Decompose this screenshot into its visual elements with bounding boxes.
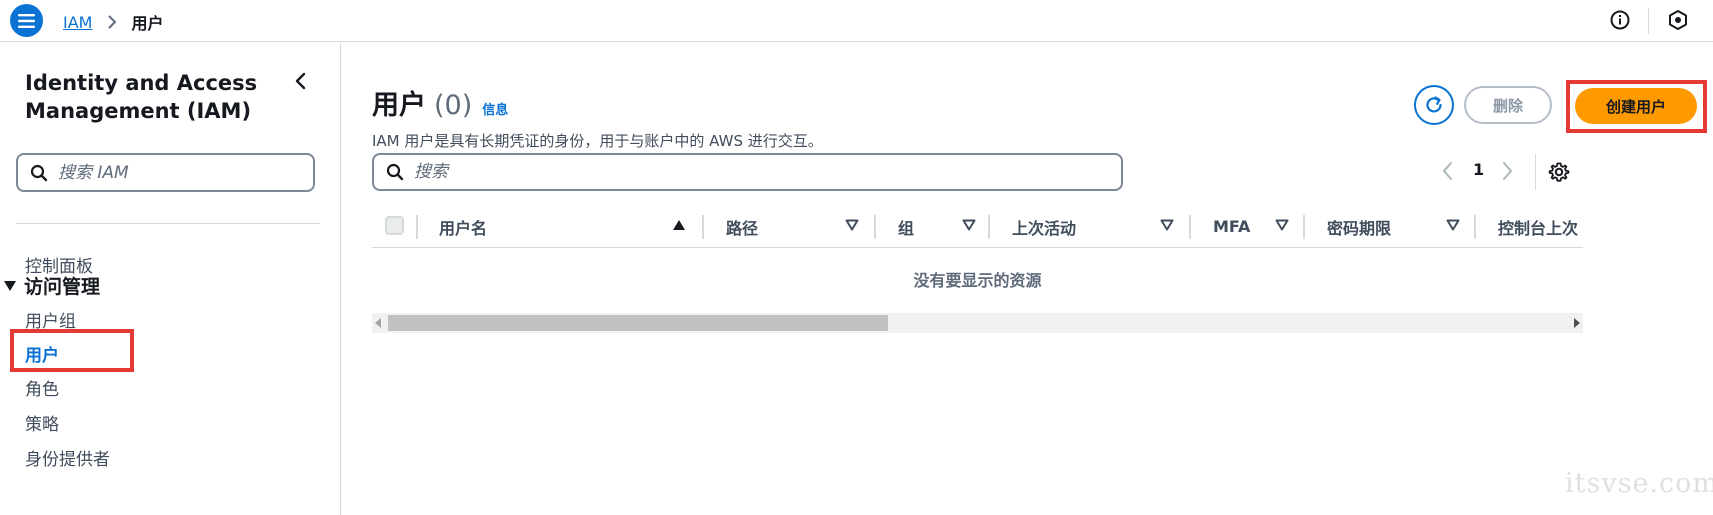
user-count: (0) <box>434 90 473 121</box>
chevron-right-icon <box>1503 162 1513 180</box>
column-divider <box>988 215 990 239</box>
info-icon[interactable] <box>1609 9 1631 35</box>
sidebar-title: Identity and Access Management (IAM) <box>25 71 258 123</box>
table-settings-button[interactable] <box>1548 161 1570 187</box>
users-table-header: 用户名 路径 组 上次活动 MFA 密码期限 控制台上次 <box>372 205 1583 248</box>
collapse-sidebar-button[interactable] <box>294 72 306 94</box>
sidebar-section-label: 访问管理 <box>24 276 101 298</box>
sidebar-item-identity-providers[interactable]: 身份提供者 <box>25 445 110 470</box>
refresh-icon <box>1426 96 1442 113</box>
search-icon <box>30 164 48 181</box>
breadcrumb: IAM 用户 <box>63 10 163 34</box>
breadcrumb-current: 用户 <box>131 14 164 33</box>
users-search-field[interactable] <box>372 153 1123 191</box>
menu-button[interactable] <box>10 4 43 37</box>
pager-divider <box>1535 154 1536 190</box>
previous-page-button[interactable] <box>1441 161 1453 185</box>
next-page-button[interactable] <box>1502 161 1514 185</box>
table-horizontal-scrollbar[interactable] <box>372 313 1583 333</box>
column-divider <box>416 215 418 239</box>
security-hub-icon[interactable] <box>1667 9 1689 35</box>
sort-down-icon[interactable] <box>1275 219 1289 231</box>
gear-icon <box>1548 162 1570 182</box>
create-user-button[interactable]: 创建用户 <box>1575 88 1697 124</box>
sort-down-icon[interactable] <box>1160 219 1174 231</box>
search-icon <box>386 163 404 181</box>
main-content: 用户 (0) 信息 IAM 用户是具有长期凭证的身份，用于与账户中的 AWS 进… <box>342 43 1713 515</box>
column-divider <box>1303 215 1305 239</box>
sidebar-search-field[interactable] <box>16 153 315 192</box>
current-page-number[interactable]: 1 <box>1473 160 1484 179</box>
column-header-username[interactable]: 用户名 <box>439 205 487 247</box>
select-all-checkbox[interactable] <box>385 216 404 235</box>
column-header-groups[interactable]: 组 <box>898 205 914 247</box>
sort-down-icon[interactable] <box>1446 219 1460 231</box>
hamburger-icon <box>18 13 35 28</box>
refresh-button[interactable] <box>1414 85 1454 125</box>
highlight-box-users <box>10 329 134 372</box>
scrollbar-thumb[interactable] <box>388 315 888 331</box>
sidebar-item-policies[interactable]: 策略 <box>25 410 59 435</box>
sidebar: Identity and Access Management (IAM) 控制面… <box>0 43 341 515</box>
breadcrumb-iam-link[interactable]: IAM <box>63 13 92 32</box>
sidebar-section-access-management[interactable]: 访问管理 <box>4 272 100 299</box>
scroll-left-arrow-icon[interactable] <box>375 318 381 328</box>
sidebar-item-roles[interactable]: 角色 <box>25 375 59 400</box>
sidebar-divider <box>16 223 320 224</box>
column-divider <box>1474 215 1476 239</box>
topbar-divider <box>1648 8 1649 34</box>
column-divider <box>874 215 876 239</box>
column-header-path[interactable]: 路径 <box>726 205 758 247</box>
column-header-last-activity[interactable]: 上次活动 <box>1012 205 1076 247</box>
scroll-right-arrow-icon[interactable] <box>1574 318 1580 328</box>
page-title: 用户 (0) 信息 <box>372 83 508 122</box>
watermark: itsvse.com <box>1565 468 1713 499</box>
users-search-input[interactable] <box>414 162 1094 182</box>
column-divider <box>702 215 704 239</box>
column-header-password-age[interactable]: 密码期限 <box>1327 205 1391 247</box>
sort-down-icon[interactable] <box>962 219 976 231</box>
chevron-right-icon <box>108 15 117 29</box>
column-header-mfa[interactable]: MFA <box>1213 205 1250 247</box>
empty-state-message: 没有要显示的资源 <box>913 271 1042 290</box>
page-description: IAM 用户是具有长期凭证的身份，用于与账户中的 AWS 进行交互。 <box>372 132 823 150</box>
sidebar-search-input[interactable] <box>58 162 298 183</box>
column-divider <box>1189 215 1191 239</box>
page-title-text: 用户 <box>372 90 426 121</box>
sort-ascending-icon[interactable] <box>672 219 686 231</box>
chevron-left-icon <box>295 72 306 90</box>
top-bar: IAM 用户 <box>0 0 1713 42</box>
sort-down-icon[interactable] <box>845 219 859 231</box>
delete-button[interactable]: 删除 <box>1464 86 1552 124</box>
caret-down-icon <box>4 280 16 291</box>
chevron-left-icon <box>1442 162 1452 180</box>
column-header-console-last[interactable]: 控制台上次 <box>1498 205 1578 247</box>
info-link[interactable]: 信息 <box>482 99 508 118</box>
